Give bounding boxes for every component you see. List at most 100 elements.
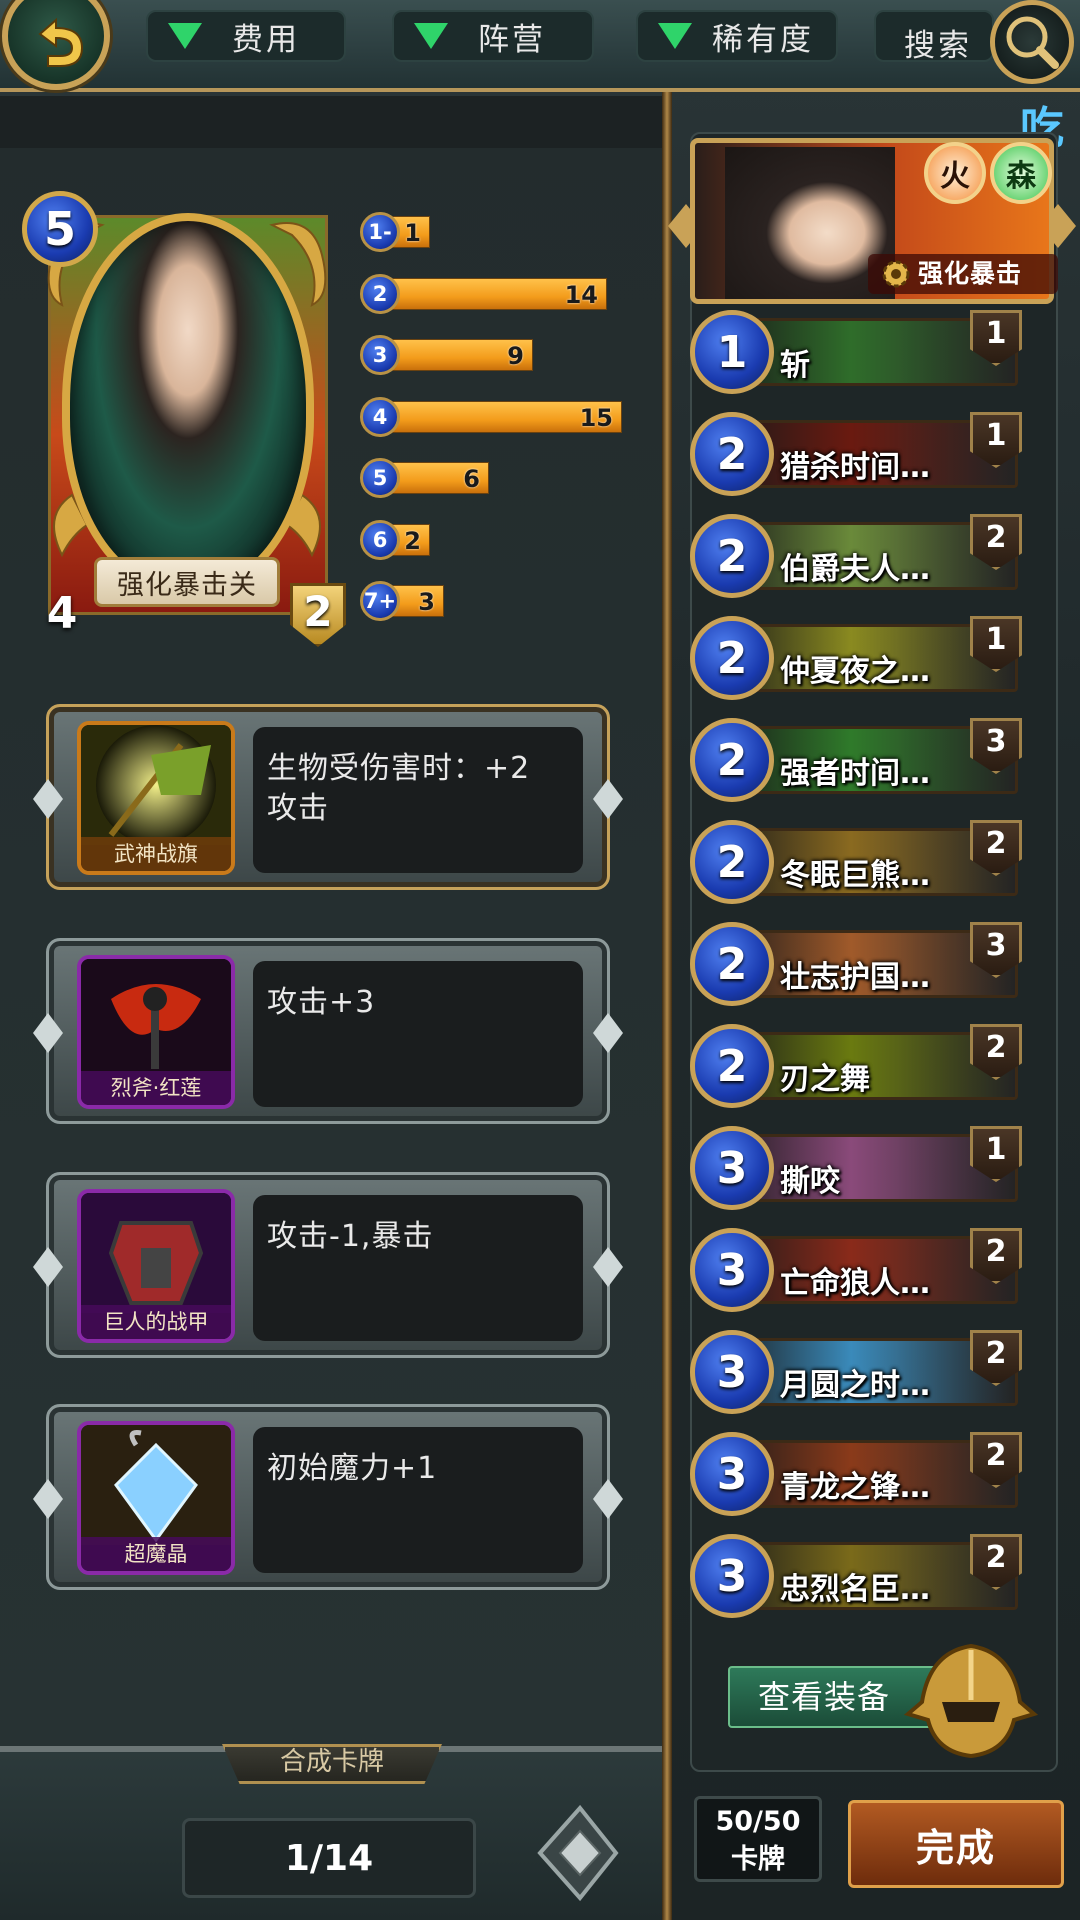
card-cost-gem: 3 bbox=[690, 1432, 774, 1516]
deck-card-row[interactable]: 3 忠烈名臣… 2 bbox=[690, 1534, 1030, 1618]
equipment-slot[interactable]: 巨人的战甲 攻击-1,暴击 bbox=[33, 1172, 623, 1358]
card-name: 强者时间… bbox=[780, 756, 930, 791]
equipment-slot[interactable]: 烈斧·红莲 攻击+3 bbox=[33, 938, 623, 1124]
card-cost-gem: 2 bbox=[690, 820, 774, 904]
histogram-row: 7+ 3 bbox=[360, 581, 448, 621]
next-page-arrow-icon[interactable] bbox=[520, 1798, 620, 1908]
histogram-row: 62 bbox=[360, 519, 434, 560]
search-field[interactable]: 搜索 bbox=[874, 10, 994, 64]
filter-rarity-dropdown[interactable]: 稀有度 bbox=[636, 10, 838, 62]
equipment-description: 攻击+3 bbox=[253, 961, 583, 1107]
deck-card-count: 50/50 卡牌 bbox=[694, 1796, 822, 1882]
equipment-name: 巨人的战甲 bbox=[81, 1305, 231, 1339]
histogram-cost-badge: 3 bbox=[360, 335, 400, 375]
histogram-count: 14 bbox=[564, 280, 598, 309]
search-label: 搜索 bbox=[904, 28, 972, 64]
histogram-row: 39 bbox=[360, 335, 537, 375]
deck-card-row[interactable]: 1斩1 bbox=[690, 310, 1030, 394]
equipment-name: 武神战旗 bbox=[81, 837, 231, 871]
deck-card-row[interactable]: 2 仲夏夜之… 1 bbox=[690, 616, 1030, 700]
card-name: 斩 bbox=[780, 348, 810, 383]
page-indicator: 1/14 bbox=[182, 1818, 476, 1898]
card-cost: 3 bbox=[716, 1142, 748, 1194]
equipment-description: 攻击-1,暴击 bbox=[253, 1195, 583, 1341]
deck-card-row[interactable]: 2 伯爵夫人… 2 bbox=[690, 514, 1030, 598]
hero-name: 强化暴击关 bbox=[94, 557, 280, 607]
fire-element-icon: 火 bbox=[924, 142, 986, 204]
equipment-icon: 巨人的战甲 bbox=[77, 1189, 235, 1343]
hero-cost: 5 bbox=[43, 202, 76, 256]
histogram-row: 4 15 bbox=[360, 396, 626, 437]
deck-card-row[interactable]: 2 刃之舞 2 bbox=[690, 1024, 1030, 1108]
card-name: 忠烈名臣… bbox=[780, 1572, 930, 1607]
card-cost-gem: 3 bbox=[690, 1228, 774, 1312]
equipment-slot[interactable]: 超魔晶 初始魔力+1 bbox=[33, 1404, 623, 1590]
histogram-cost-badge: 1- bbox=[360, 212, 400, 252]
card-cost: 2 bbox=[716, 530, 748, 582]
card-name: 冬眠巨熊… bbox=[780, 858, 930, 893]
histogram-count: 2 bbox=[404, 526, 421, 555]
deck-count-label: 卡牌 bbox=[731, 1844, 785, 1875]
equipment-icon: 超魔晶 bbox=[77, 1421, 235, 1575]
filter-cost-dropdown[interactable]: 费用 bbox=[146, 10, 346, 62]
deck-card-row[interactable]: 2 强者时间… 3 bbox=[690, 718, 1030, 802]
dropdown-triangle-icon bbox=[414, 23, 448, 49]
card-cost: 2 bbox=[716, 836, 748, 888]
card-cost: 2 bbox=[716, 1040, 748, 1092]
histogram-cost-badge: 4 bbox=[360, 396, 400, 437]
histogram-count: 15 bbox=[579, 403, 613, 432]
card-cost-gem: 2 bbox=[690, 412, 774, 496]
histogram-bar: 9 bbox=[390, 339, 533, 371]
card-cost: 3 bbox=[716, 1346, 748, 1398]
card-cost-gem: 3 bbox=[690, 1534, 774, 1618]
card-name: 猎杀时间… bbox=[780, 450, 930, 485]
equipment-icon: 烈斧·红莲 bbox=[77, 955, 235, 1109]
card-cost: 2 bbox=[716, 428, 748, 480]
card-cost: 2 bbox=[716, 938, 748, 990]
deck-card-row[interactable]: 3 亡命狼人… 2 bbox=[690, 1228, 1030, 1312]
deck-hero-banner[interactable]: 火 森 强化暴击 bbox=[668, 132, 1076, 310]
deck-card-row[interactable]: 2 猎杀时间… 1 bbox=[690, 412, 1030, 496]
histogram-cost-badge: 2 bbox=[360, 273, 400, 314]
card-name: 月圆之时… bbox=[780, 1368, 930, 1403]
deck-card-row[interactable]: 3 撕咬 1 bbox=[690, 1126, 1030, 1210]
histogram-row: 1- 1 bbox=[360, 212, 434, 252]
deck-card-row[interactable]: 3 青龙之锋… 2 bbox=[690, 1432, 1030, 1516]
card-cost-gem: 2 bbox=[690, 1024, 774, 1108]
histogram-cost-badge: 7+ bbox=[360, 581, 400, 621]
done-button[interactable]: 完成 bbox=[848, 1800, 1064, 1888]
hero-attack: 4 bbox=[32, 583, 92, 643]
synthesize-cards-tab[interactable]: 合成卡牌 bbox=[222, 1744, 442, 1784]
gear-icon bbox=[882, 260, 910, 288]
histogram-count: 6 bbox=[463, 465, 480, 493]
hero-card[interactable]: 5 强化暴击关 4 2 bbox=[22, 191, 352, 647]
histogram-count: 9 bbox=[507, 342, 524, 370]
equipment-slot[interactable]: 武神战旗 生物受伤害时：+2 攻击 bbox=[33, 704, 623, 890]
histogram-count: 3 bbox=[418, 588, 435, 616]
card-cost-gem: 2 bbox=[690, 718, 774, 802]
deck-count-value: 50/50 bbox=[715, 1806, 801, 1837]
card-cost-gem: 2 bbox=[690, 514, 774, 598]
card-cost: 1 bbox=[716, 326, 748, 378]
helmet-icon bbox=[903, 1643, 1039, 1759]
panel-divider bbox=[662, 92, 672, 1920]
filter-faction-dropdown[interactable]: 阵营 bbox=[392, 10, 594, 62]
hero-cost-gem: 5 bbox=[22, 191, 98, 267]
card-name: 仲夏夜之… bbox=[780, 654, 930, 689]
card-cost: 3 bbox=[716, 1550, 748, 1602]
card-name: 伯爵夫人… bbox=[780, 552, 930, 587]
dropdown-triangle-icon bbox=[168, 23, 202, 49]
equipment-icon: 武神战旗 bbox=[77, 721, 235, 875]
histogram-count: 1 bbox=[404, 219, 421, 247]
card-name: 青龙之锋… bbox=[780, 1470, 930, 1505]
hero-portrait bbox=[62, 213, 314, 593]
deck-card-row[interactable]: 3 月圆之时… 2 bbox=[690, 1330, 1030, 1414]
search-icon[interactable] bbox=[990, 0, 1074, 84]
deck-card-row[interactable]: 2 壮志护国… 3 bbox=[690, 922, 1030, 1006]
histogram-cost-badge: 5 bbox=[360, 458, 400, 498]
filter-label: 阵营 bbox=[478, 21, 546, 58]
deck-card-row[interactable]: 2 冬眠巨熊… 2 bbox=[690, 820, 1030, 904]
histogram-row: 2 14 bbox=[360, 273, 611, 314]
equipment-description: 初始魔力+1 bbox=[253, 1427, 583, 1573]
histogram-bar: 14 bbox=[390, 277, 607, 310]
